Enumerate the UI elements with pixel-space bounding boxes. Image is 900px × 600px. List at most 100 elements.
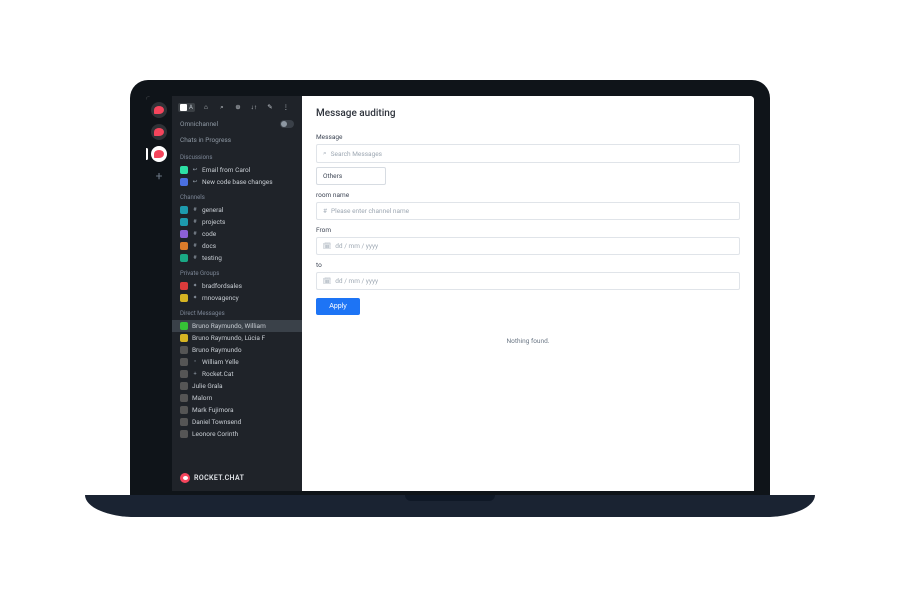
kebab-icon[interactable]: ⋮ <box>281 102 291 112</box>
avatar-chip <box>180 322 188 330</box>
add-server-button[interactable]: + <box>151 168 167 184</box>
item-label: docs <box>202 242 216 250</box>
dm-item[interactable]: Malorn <box>172 392 302 404</box>
sidebar-footer-brand: ROCKET.CHAT <box>172 465 302 491</box>
dm-item[interactable]: • William Yelle <box>172 356 302 368</box>
chat-bubble-icon <box>154 150 164 158</box>
avatar-chip <box>180 230 188 238</box>
private-group-item[interactable]: ✦ bradfordsales <box>172 280 302 292</box>
dm-item[interactable]: Bruno Raymundo, William <box>172 320 302 332</box>
item-label: bradfordsales <box>202 282 242 290</box>
create-icon[interactable]: ✎ <box>265 102 275 112</box>
item-label: Mark Fujimora <box>192 406 234 414</box>
room-name-placeholder: Please enter channel name <box>331 207 409 215</box>
message-search-placeholder: Search Messages <box>331 150 382 158</box>
item-label: code <box>202 230 216 238</box>
avatar-chip <box>180 254 188 262</box>
server-3-active[interactable] <box>151 146 167 162</box>
avatar-chip <box>180 242 188 250</box>
calendar-icon: 🗓 <box>323 277 331 285</box>
item-label: Leonore Corinth <box>192 430 238 438</box>
laptop-base <box>85 495 815 517</box>
sort-icon[interactable]: ↓↑ <box>249 102 259 112</box>
avatar-chip <box>180 178 188 186</box>
to-date-input[interactable]: 🗓 dd / mm / yyyy <box>316 272 740 290</box>
chats-in-progress-row[interactable]: Chats in Progress <box>172 132 302 148</box>
dm-item[interactable]: Julie Grala <box>172 380 302 392</box>
dm-item[interactable]: Leonore Corinth <box>172 428 302 440</box>
reply-icon: ↩ <box>192 179 198 185</box>
server-rail: + <box>146 96 172 491</box>
server-1[interactable] <box>151 102 167 118</box>
private-group-item[interactable]: ✦ mnovagency <box>172 292 302 304</box>
item-label: testing <box>202 254 222 262</box>
from-field-label: From <box>316 226 740 234</box>
item-label: New code base changes <box>202 178 273 186</box>
section-header-discussions: Discussions <box>172 148 302 164</box>
message-search-input[interactable]: ⌕ Search Messages <box>316 144 740 163</box>
item-label: William Yelle <box>202 358 239 366</box>
section-header-channels: Channels <box>172 188 302 204</box>
message-field-label: Message <box>316 133 740 141</box>
search-icon[interactable]: ⌕ <box>217 102 227 112</box>
hash-icon: # <box>192 243 198 249</box>
omnichannel-label: Omnichannel <box>180 120 218 128</box>
dm-item[interactable]: Mark Fujimora <box>172 404 302 416</box>
hash-icon: # <box>323 207 327 215</box>
omnichannel-row[interactable]: Omnichannel <box>172 116 302 132</box>
discussion-item[interactable]: ↩Email from Carol <box>172 164 302 176</box>
hash-icon: # <box>192 255 198 261</box>
room-name-input[interactable]: # Please enter channel name <box>316 202 740 220</box>
user-avatar <box>180 418 188 426</box>
private-icon: ✦ <box>192 295 198 301</box>
laptop-bezel: + A ⌂ ⌕ ⊕ ↓↑ ✎ ⋮ Omnichannel Chats i <box>130 80 770 495</box>
filter-select-others[interactable]: Others <box>316 167 386 185</box>
brand-label: ROCKET.CHAT <box>194 474 244 482</box>
server-2[interactable] <box>151 124 167 140</box>
main-panel: Message auditing Message ⌕ Search Messag… <box>302 96 754 491</box>
dm-item[interactable]: Bruno Raymundo, Lúcia F <box>172 332 302 344</box>
channel-item[interactable]: # code <box>172 228 302 240</box>
chat-bubble-icon <box>154 106 164 114</box>
home-icon[interactable]: ⌂ <box>201 102 211 112</box>
item-label: Rocket.Cat <box>202 370 234 378</box>
chat-bubble-icon <box>154 128 164 136</box>
channel-item[interactable]: # projects <box>172 216 302 228</box>
globe-icon[interactable]: ⊕ <box>233 102 243 112</box>
dm-item[interactable]: Bruno Raymundo <box>172 344 302 356</box>
workspace-label: A <box>189 104 193 111</box>
chats-in-progress-label: Chats in Progress <box>180 136 231 144</box>
status-icon: • <box>192 359 198 365</box>
section-header-private: Private Groups <box>172 264 302 280</box>
dm-item[interactable]: Daniel Townsend <box>172 416 302 428</box>
from-date-input[interactable]: 🗓 dd / mm / yyyy <box>316 237 740 255</box>
item-label: Email from Carol <box>202 166 250 174</box>
avatar-chip <box>180 294 188 302</box>
item-label: general <box>202 206 223 214</box>
to-field-label: to <box>316 261 740 269</box>
item-label: projects <box>202 218 225 226</box>
search-icon: ⌕ <box>323 149 327 158</box>
user-avatar <box>180 346 188 354</box>
workspace-switcher[interactable]: A <box>178 103 195 112</box>
channel-item[interactable]: # testing <box>172 252 302 264</box>
page-title: Message auditing <box>316 108 740 119</box>
section-header-dms: Direct Messages <box>172 304 302 320</box>
user-avatar <box>180 370 188 378</box>
hash-icon: # <box>192 219 198 225</box>
avatar-chip <box>180 334 188 342</box>
item-label: mnovagency <box>202 294 239 302</box>
apply-button[interactable]: Apply <box>316 298 360 315</box>
hash-icon: # <box>192 231 198 237</box>
dm-item[interactable]: +Rocket.Cat <box>172 368 302 380</box>
item-label: Bruno Raymundo, William <box>192 322 266 330</box>
workspace-avatar <box>180 104 187 111</box>
filter-select-label: Others <box>323 172 342 180</box>
channel-item[interactable]: #general <box>172 204 302 216</box>
discussion-item[interactable]: ↩ New code base changes <box>172 176 302 188</box>
omnichannel-toggle[interactable] <box>280 120 294 128</box>
private-icon: ✦ <box>192 283 198 289</box>
channel-item[interactable]: # docs <box>172 240 302 252</box>
calendar-icon: 🗓 <box>323 242 331 250</box>
plus-icon: + <box>156 170 163 182</box>
